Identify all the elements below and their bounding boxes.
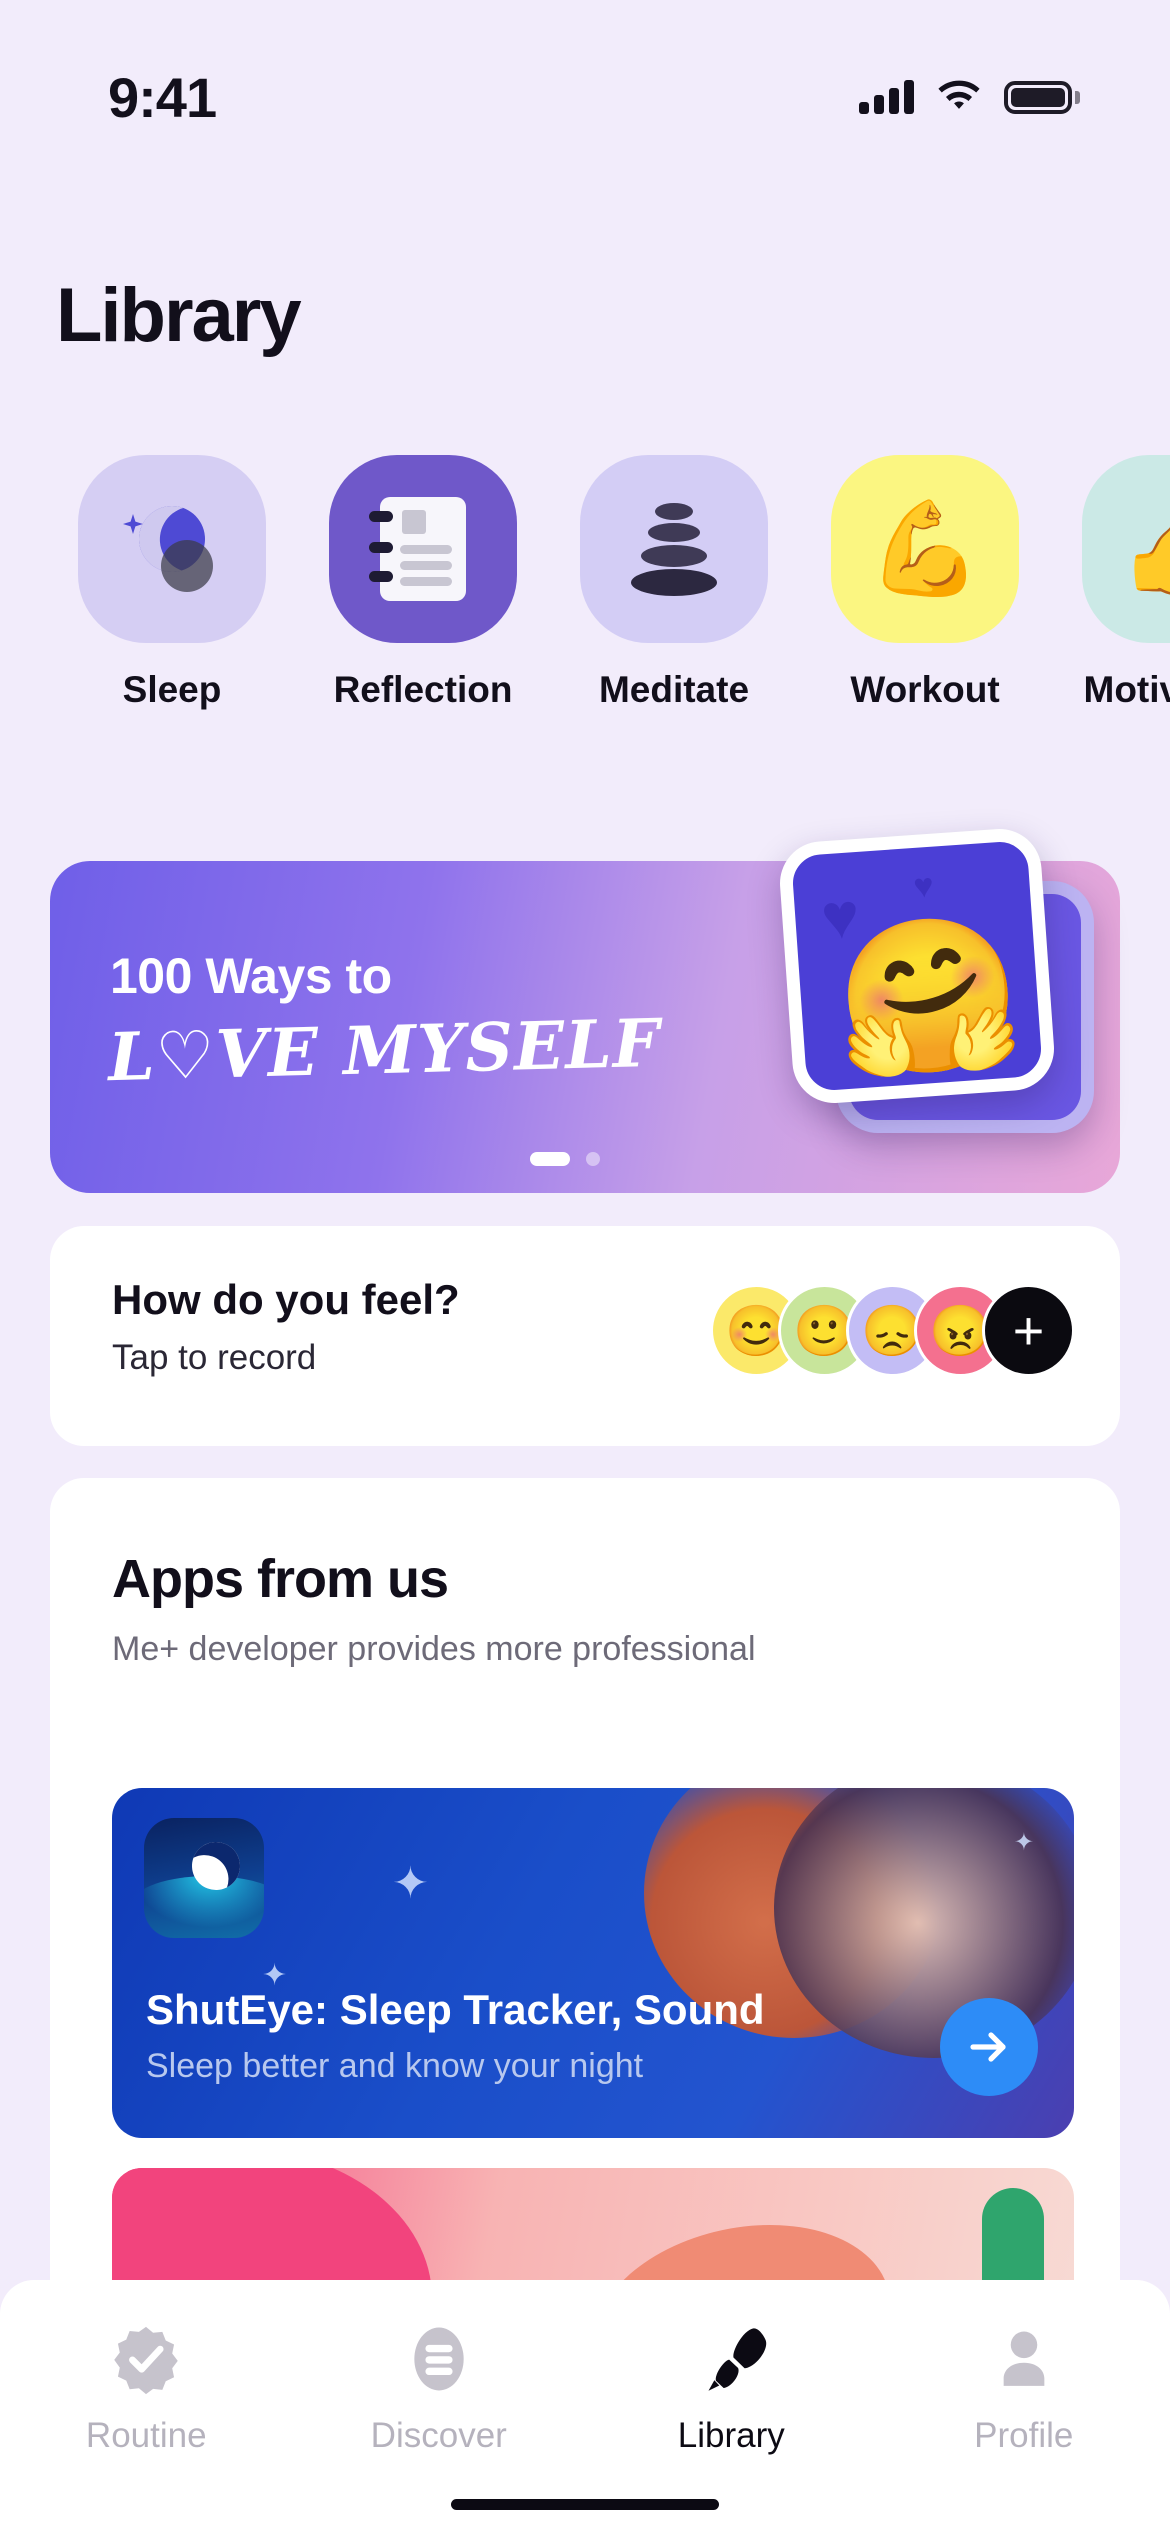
hero-line-2: L♡VE MYSELF (107, 1003, 662, 1097)
tab-label: Routine (85, 2416, 207, 2455)
arrow-right-icon[interactable] (940, 1998, 1038, 2096)
cellular-bars-icon (859, 80, 914, 114)
verified-check-icon (109, 2322, 183, 2396)
apps-title: Apps from us (112, 1549, 449, 1609)
carousel-pagination[interactable] (530, 1152, 600, 1166)
category-meditate[interactable]: Meditate (580, 455, 768, 711)
pagination-dot[interactable] (586, 1152, 600, 1166)
mood-add-button[interactable]: + (982, 1284, 1075, 1377)
moon-star-icon (78, 455, 266, 643)
mood-title: How do you feel? (112, 1276, 460, 1323)
status-time: 9:41 (108, 65, 217, 129)
tab-label: Discover (370, 2416, 507, 2455)
hero-card-stack: ♥ ♥ 🤗 (764, 823, 1094, 1153)
apps-subtitle: Me+ developer provides more professional (112, 1630, 756, 1668)
sparkle-icon: ✦ (392, 1859, 429, 1908)
hero-line-1: 100 Ways to (110, 948, 392, 1004)
category-label: Motivation (1083, 669, 1170, 710)
battery-full-icon (1004, 80, 1080, 114)
bottom-tab-bar[interactable]: Routine Discover Library Profile (0, 2280, 1170, 2532)
category-list[interactable]: Sleep Reflection Meditate 💪 Workout Moti… (0, 455, 1170, 711)
tab-routine[interactable]: Routine (0, 2322, 293, 2456)
sparkle-icon: ✦ (1013, 1829, 1034, 1856)
heart-small-icon: ♥ (912, 866, 935, 907)
tab-library[interactable]: Library (585, 2322, 878, 2456)
app-promo-shuteye[interactable]: ✦ ✦ ✦ ShutEye: Sleep Tracker, Sound Slee… (112, 1788, 1074, 2138)
tab-discover[interactable]: Discover (293, 2322, 586, 2456)
person-icon (987, 2322, 1061, 2396)
status-icons (859, 80, 1080, 114)
thumbs-up-icon: 👍 (1082, 455, 1170, 643)
wifi-icon (938, 80, 980, 109)
mood-subtitle: Tap to record (112, 1338, 317, 1377)
app-screen: 9:41 Library Sleep Reflection Meditate 💪… (0, 0, 1170, 2532)
plus-icon: + (1012, 1300, 1045, 1361)
status-bar: 9:41 (0, 0, 1170, 150)
flexed-biceps-icon: 💪 (831, 455, 1019, 643)
mood-card[interactable]: How do you feel? Tap to record 😊 🙂 😞 😠 + (50, 1226, 1120, 1446)
hero-card-front: ♥ ♥ 🤗 (777, 826, 1057, 1106)
list-pill-icon (402, 2322, 476, 2396)
app-name: ShutEye: Sleep Tracker, Sound (146, 1986, 765, 2033)
zen-stones-icon (580, 455, 768, 643)
apps-from-us-card: Apps from us Me+ developer provides more… (50, 1478, 1120, 2398)
tab-label: Profile (974, 2416, 1074, 2455)
tab-profile[interactable]: Profile (878, 2322, 1170, 2456)
category-label: Workout (850, 669, 1000, 710)
page-title: Library (56, 273, 302, 358)
tab-label: Library (677, 2416, 785, 2455)
crescent-moon-app-icon (144, 1818, 264, 1938)
category-label: Reflection (333, 669, 513, 710)
category-reflection[interactable]: Reflection (329, 455, 517, 711)
category-label: Sleep (122, 669, 222, 710)
mood-face-list[interactable]: 😊 🙂 😞 😠 + (710, 1284, 1075, 1377)
pagination-dot-active[interactable] (530, 1152, 570, 1166)
category-sleep[interactable]: Sleep (78, 455, 266, 711)
hero-banner[interactable]: 100 Ways to L♡VE MYSELF ♥ ♥ 🤗 (50, 826, 1120, 1193)
notebook-icon (329, 455, 517, 643)
hugging-face-emoji: 🤗 (829, 905, 1028, 1087)
category-motivation[interactable]: 👍 Motivation (1082, 455, 1170, 711)
marker-pen-icon (694, 2322, 768, 2396)
home-indicator (451, 2499, 719, 2510)
category-label: Meditate (598, 669, 750, 710)
category-workout[interactable]: 💪 Workout (831, 455, 1019, 711)
app-description: Sleep better and know your night (146, 2047, 644, 2085)
